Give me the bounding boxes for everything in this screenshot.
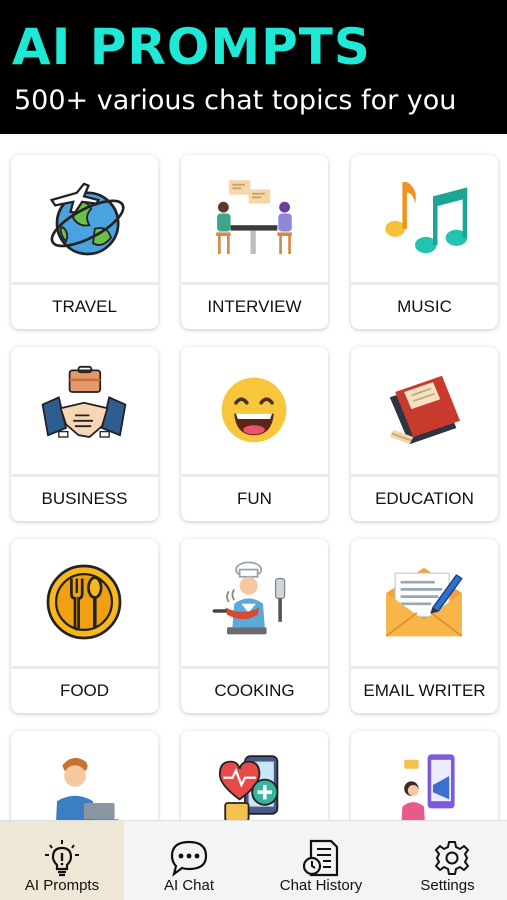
tab-label: Settings (420, 877, 475, 894)
category-card-business[interactable]: BUSINESS (11, 347, 158, 521)
chat-bubble-icon (170, 840, 208, 877)
category-card-education[interactable]: EDUCATION (351, 347, 498, 521)
category-card-fun[interactable]: FUN (181, 347, 328, 521)
food-plate-fork-spoon-icon (46, 564, 122, 640)
category-label: COOKING (214, 681, 295, 700)
gear-icon (435, 841, 469, 875)
category-card-partial-1[interactable] (11, 731, 158, 820)
business-handshake-briefcase-icon (41, 365, 127, 438)
category-label: BUSINESS (41, 489, 128, 508)
bottom-tab-bar: AI Prompts AI Chat Chat History Settings (0, 820, 507, 900)
health-heart-phone-icon (218, 755, 279, 820)
category-card-email-writer[interactable]: EMAIL WRITER (351, 539, 498, 713)
category-card-cooking[interactable]: COOKING (181, 539, 328, 713)
category-label: FUN (237, 489, 272, 508)
header: AI PROMPTS 500+ various chat topics for … (0, 0, 507, 134)
fun-laughing-face-icon (221, 377, 287, 443)
education-books-icon (389, 375, 460, 445)
tab-settings[interactable]: Settings (388, 821, 507, 900)
category-card-music[interactable]: MUSIC (351, 155, 498, 329)
app-subtitle: 500+ various chat topics for you (14, 85, 457, 116)
person-laptop-icon (56, 757, 119, 820)
tab-ai-chat[interactable]: AI Chat (124, 821, 254, 900)
email-envelope-pen-icon (385, 567, 463, 637)
category-label: EDUCATION (375, 489, 474, 508)
cooking-chef-pan-icon (212, 561, 286, 635)
marketing-megaphone-phone-icon (401, 754, 455, 820)
travel-globe-airplane-icon (49, 182, 125, 256)
tab-ai-prompts[interactable]: AI Prompts (0, 821, 124, 900)
app-title: AI PROMPTS (12, 18, 371, 76)
category-card-partial-2[interactable] (181, 731, 328, 820)
category-grid: TRAVEL INTERVIEW MUSIC BUSINESS FUN EDUC… (0, 134, 507, 820)
category-label: INTERVIEW (207, 297, 302, 316)
tab-label: AI Chat (163, 877, 215, 894)
music-notes-icon (385, 182, 468, 254)
interview-people-table-icon (216, 180, 292, 254)
category-label: MUSIC (397, 297, 452, 316)
category-card-interview[interactable]: INTERVIEW (181, 155, 328, 329)
category-card-partial-3[interactable] (351, 731, 498, 820)
tab-label: Chat History (279, 877, 363, 894)
category-label: FOOD (59, 681, 110, 700)
tab-chat-history[interactable]: Chat History (254, 821, 388, 900)
category-card-travel[interactable]: TRAVEL (11, 155, 158, 329)
tab-label: AI Prompts (24, 877, 100, 894)
category-label: TRAVEL (52, 297, 117, 316)
category-card-food[interactable]: FOOD (11, 539, 158, 713)
category-label: EMAIL WRITER (363, 681, 486, 700)
lightbulb-idea-icon (45, 840, 79, 877)
history-document-icon (302, 839, 339, 877)
